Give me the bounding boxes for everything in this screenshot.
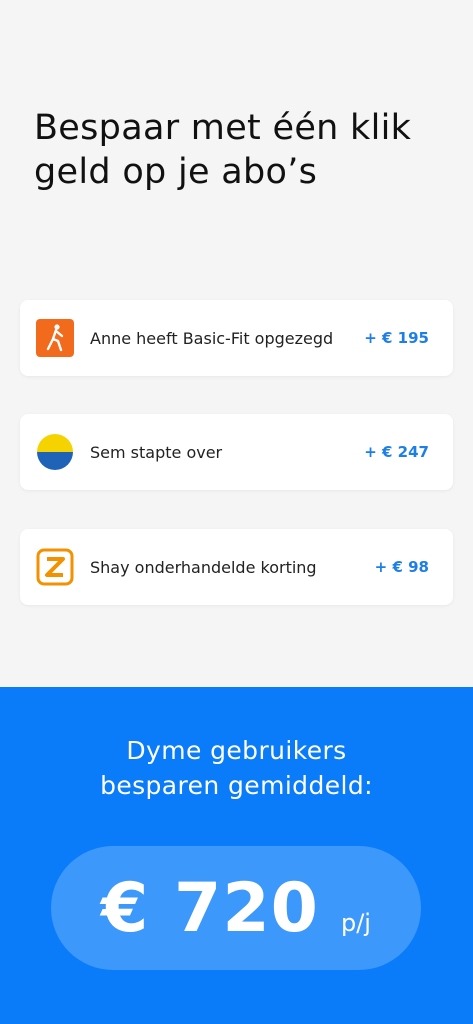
headline: Bespaar met één klik geld op je abo’s xyxy=(34,106,454,194)
ziggo-logo-icon xyxy=(36,548,74,586)
yellow-blue-circle-logo-icon xyxy=(36,433,74,471)
basic-fit-logo-icon xyxy=(36,319,74,357)
savings-card-switch: Sem stapte over + € 247 xyxy=(20,414,453,490)
panel-title: Dyme gebruikers besparen gemiddeld: xyxy=(0,733,473,803)
card-amount: + € 98 xyxy=(374,558,429,576)
savings-amount: € 720 xyxy=(101,869,319,948)
savings-unit: p/j xyxy=(340,909,371,937)
card-amount: + € 247 xyxy=(364,443,429,461)
card-text: Shay onderhandelde korting xyxy=(90,557,317,577)
headline-line-2: geld op je abo’s xyxy=(34,152,318,192)
card-text: Sem stapte over xyxy=(90,442,223,462)
card-text: Anne heeft Basic-Fit opgezegd xyxy=(90,328,334,348)
card-amount: + € 195 xyxy=(364,329,429,347)
panel-title-line-1: Dyme gebruikers xyxy=(126,736,347,765)
headline-line-1: Bespaar met één klik xyxy=(34,108,412,148)
savings-amount-pill: € 720 p/j xyxy=(51,846,421,970)
savings-card-basic-fit: Anne heeft Basic-Fit opgezegd + € 195 xyxy=(20,300,453,376)
savings-card-ziggo: Shay onderhandelde korting + € 98 xyxy=(20,529,453,605)
panel-title-line-2: besparen gemiddeld: xyxy=(100,771,373,800)
average-savings-panel: Dyme gebruikers besparen gemiddeld: € 72… xyxy=(0,687,473,1024)
